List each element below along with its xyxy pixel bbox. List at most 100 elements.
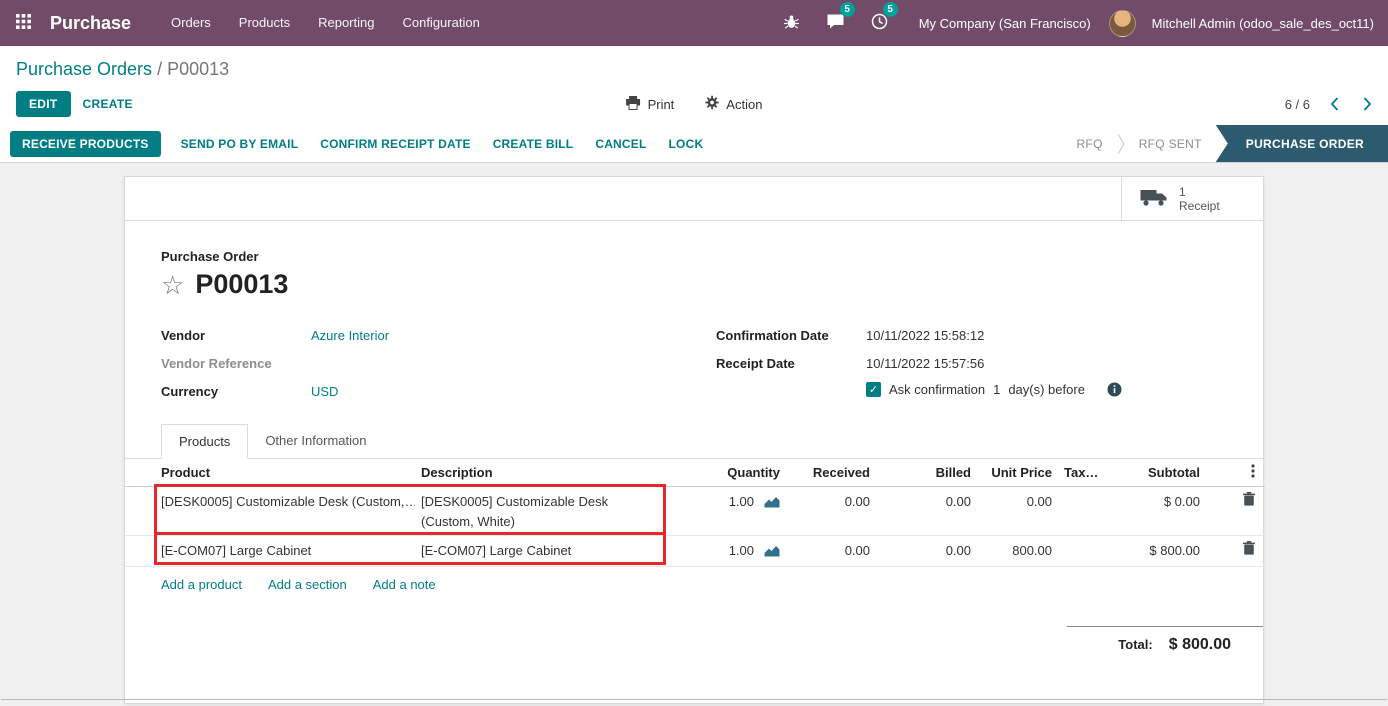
- currency-value[interactable]: USD: [311, 384, 338, 399]
- line-received-cell: 0.00: [786, 536, 876, 567]
- receipt-stat-button[interactable]: 1 Receipt: [1121, 177, 1263, 220]
- document-type-label: Purchase Order: [161, 249, 1227, 264]
- user-menu[interactable]: Mitchell Admin (odoo_sale_des_oct11): [1152, 16, 1374, 31]
- line-subtotal-cell: $ 0.00: [1131, 487, 1206, 536]
- send-po-by-email-button[interactable]: SEND PO BY EMAIL: [171, 131, 309, 157]
- pager-previous-icon[interactable]: [1330, 97, 1339, 111]
- order-total: Total: $ 800.00: [1067, 626, 1263, 654]
- line-description-cell: [DESK0005] Customizable Desk (Custom, Wh…: [415, 487, 663, 536]
- window-bottom-divider: [1, 699, 1387, 700]
- truck-icon: [1140, 188, 1168, 210]
- line-description-cell: [E-COM07] Large Cabinet: [415, 536, 663, 567]
- line-billed-cell: 0.00: [876, 487, 977, 536]
- app-name[interactable]: Purchase: [50, 13, 131, 34]
- bug-icon: [783, 14, 800, 33]
- debug-button[interactable]: [774, 10, 809, 37]
- column-header-received: Received: [786, 459, 876, 487]
- cancel-button[interactable]: CANCEL: [585, 131, 656, 157]
- topbar-right: 5 5 My Company (San Francisco) Mitchell …: [774, 9, 1374, 37]
- breadcrumb-parent[interactable]: Purchase Orders: [16, 59, 152, 79]
- apps-menu-button[interactable]: [0, 0, 46, 46]
- stage-purchase-order[interactable]: PURCHASE ORDER: [1216, 125, 1388, 162]
- create-bill-button[interactable]: CREATE BILL: [483, 131, 584, 157]
- optional-columns-button[interactable]: [1206, 459, 1265, 487]
- line-subtotal-cell: $ 800.00: [1131, 536, 1206, 567]
- stage-separator-icon: [1117, 125, 1125, 162]
- delete-line-icon[interactable]: [1243, 492, 1255, 512]
- edit-button[interactable]: EDIT: [16, 91, 71, 117]
- receipt-date-value: 10/11/2022 15:57:56: [866, 356, 984, 371]
- forecast-chart-icon[interactable]: [764, 494, 780, 514]
- receipt-label: Receipt: [1179, 199, 1220, 213]
- statusbar: RECEIVE PRODUCTS SEND PO BY EMAIL CONFIR…: [0, 125, 1388, 163]
- print-menu[interactable]: Print: [626, 95, 675, 113]
- column-header-billed: Billed: [876, 459, 977, 487]
- button-box: 1 Receipt: [125, 177, 1263, 221]
- column-header-product: Product: [125, 459, 415, 487]
- confirmation-date-value: 10/11/2022 15:58:12: [866, 328, 984, 343]
- receipt-count: 1: [1179, 185, 1220, 199]
- tab-other-information[interactable]: Other Information: [248, 424, 383, 458]
- line-taxes-cell: [1058, 487, 1131, 536]
- pager-value: 6 / 6: [1285, 97, 1310, 112]
- ask-confirmation-checkbox[interactable]: ✓: [866, 382, 881, 397]
- confirm-receipt-date-button[interactable]: CONFIRM RECEIPT DATE: [310, 131, 480, 157]
- line-quantity-cell: 1.00: [663, 487, 786, 536]
- column-header-taxes: Tax…: [1058, 459, 1131, 487]
- ask-confirmation-days: 1: [993, 382, 1000, 397]
- add-a-section-link[interactable]: Add a section: [268, 577, 347, 592]
- order-lines-table: Product Description Quantity Received Bi…: [125, 459, 1265, 567]
- create-button[interactable]: CREATE: [71, 91, 145, 117]
- print-label: Print: [648, 97, 675, 112]
- menu-orders[interactable]: Orders: [157, 0, 225, 46]
- line-unit-price-cell: 800.00: [977, 536, 1058, 567]
- lock-button[interactable]: LOCK: [659, 131, 714, 157]
- menu-configuration[interactable]: Configuration: [388, 0, 493, 46]
- vendor-value[interactable]: Azure Interior: [311, 328, 389, 343]
- pager-next-icon[interactable]: [1363, 97, 1372, 111]
- breadcrumb-separator: /: [157, 59, 162, 79]
- action-label: Action: [726, 97, 762, 112]
- clock-icon: [871, 13, 888, 33]
- column-header-unit-price: Unit Price: [977, 459, 1058, 487]
- menu-products[interactable]: Products: [225, 0, 304, 46]
- line-taxes-cell: [1058, 536, 1131, 567]
- notebook-tabs: Products Other Information: [125, 424, 1263, 459]
- confirmation-date-label: Confirmation Date: [716, 328, 866, 343]
- receive-products-button[interactable]: RECEIVE PRODUCTS: [10, 131, 161, 157]
- vendor-reference-label: Vendor Reference: [161, 356, 311, 371]
- action-menu[interactable]: Action: [704, 95, 762, 113]
- forecast-chart-icon[interactable]: [764, 543, 780, 563]
- column-header-quantity: Quantity: [663, 459, 786, 487]
- add-a-product-link[interactable]: Add a product: [161, 577, 242, 592]
- right-field-group: Confirmation Date 10/11/2022 15:58:12 Re…: [716, 326, 1227, 400]
- control-panel: Purchase Orders / P00013 EDIT CREATE Pri…: [0, 46, 1388, 163]
- chat-bubble-icon: [826, 13, 845, 33]
- delete-line-icon[interactable]: [1243, 541, 1255, 561]
- user-avatar[interactable]: [1109, 10, 1136, 37]
- column-header-description: Description: [415, 459, 663, 487]
- stage-rfq[interactable]: RFQ: [1062, 125, 1116, 162]
- tab-products[interactable]: Products: [161, 424, 248, 459]
- total-value: $ 800.00: [1169, 636, 1231, 654]
- messages-button[interactable]: 5: [817, 9, 854, 37]
- info-icon: [1107, 382, 1122, 397]
- line-billed-cell: 0.00: [876, 536, 977, 567]
- activities-badge: 5: [883, 2, 898, 17]
- add-a-note-link[interactable]: Add a note: [373, 577, 436, 592]
- order-line-row[interactable]: [DESK0005] Customizable Desk (Custom,… […: [125, 487, 1265, 536]
- printer-icon: [626, 96, 641, 113]
- stage-rfq-sent[interactable]: RFQ SENT: [1125, 125, 1216, 162]
- activities-button[interactable]: 5: [862, 9, 897, 37]
- favorite-star-icon[interactable]: ☆: [161, 272, 184, 298]
- form-sheet: 1 Receipt Purchase Order ☆ P00013 Vendor…: [124, 176, 1264, 704]
- apps-grid-icon: [16, 14, 31, 32]
- line-product-cell: [E-COM07] Large Cabinet: [125, 536, 415, 567]
- company-switcher[interactable]: My Company (San Francisco): [919, 16, 1091, 31]
- line-footer-links: Add a product Add a section Add a note: [125, 567, 1263, 592]
- content-area: 1 Receipt Purchase Order ☆ P00013 Vendor…: [0, 163, 1388, 706]
- order-line-row[interactable]: [E-COM07] Large Cabinet [E-COM07] Large …: [125, 536, 1265, 567]
- ask-confirmation-label: Ask confirmation: [889, 382, 985, 397]
- menu-reporting[interactable]: Reporting: [304, 0, 388, 46]
- breadcrumb: Purchase Orders / P00013: [16, 59, 1372, 80]
